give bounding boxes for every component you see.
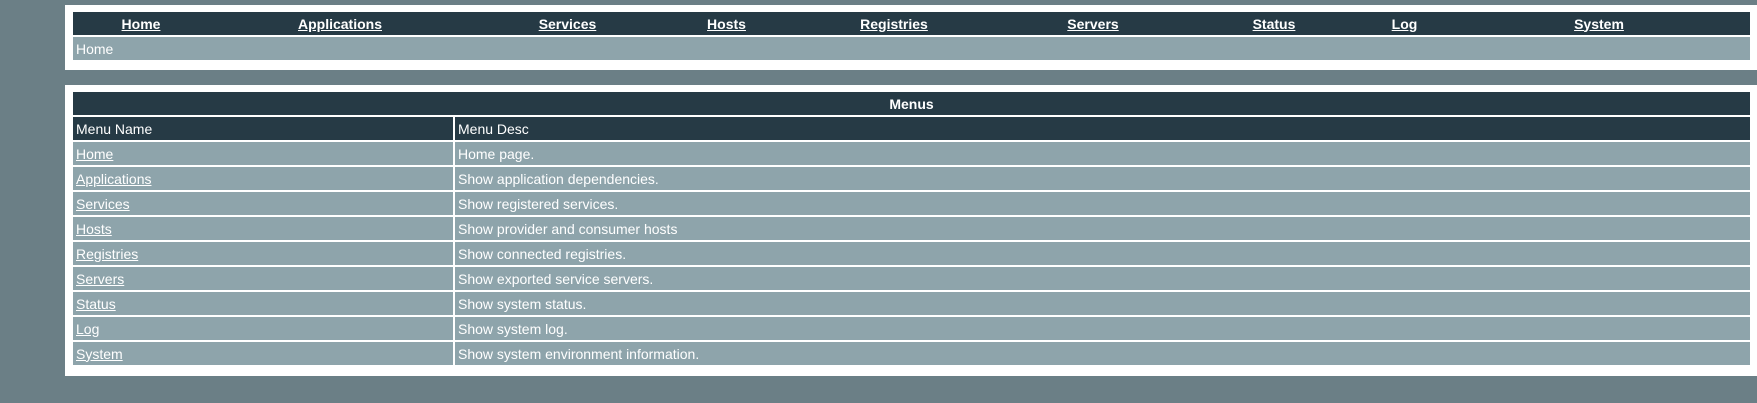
menu-link-servers[interactable]: Servers xyxy=(76,271,124,287)
top-navigation-panel: Home Applications Services Hosts Registr… xyxy=(65,5,1757,70)
column-header-menu-name: Menu Name xyxy=(73,117,455,140)
table-row: System Show system environment informati… xyxy=(73,342,1750,365)
menu-name-cell: Hosts xyxy=(73,217,455,240)
nav-item-hosts: Hosts xyxy=(664,12,789,35)
menu-link-services[interactable]: Services xyxy=(76,196,130,212)
nav-link-log[interactable]: Log xyxy=(1392,16,1418,32)
table-row: Status Show system status. xyxy=(73,292,1750,315)
menus-table: Menus Menu Name Menu Desc Home Home page… xyxy=(73,90,1750,367)
nav-item-log: Log xyxy=(1361,12,1448,35)
nav-item-services: Services xyxy=(471,12,664,35)
breadcrumb-row: Home xyxy=(73,37,1750,60)
menu-desc-cell: Home page. xyxy=(455,142,1750,165)
menu-desc-cell: Show system environment information. xyxy=(455,342,1750,365)
menu-name-cell: Services xyxy=(73,192,455,215)
menu-desc-cell: Show system status. xyxy=(455,292,1750,315)
nav-table: Home Applications Services Hosts Registr… xyxy=(73,10,1750,62)
menu-name-cell: Log xyxy=(73,317,455,340)
nav-link-hosts[interactable]: Hosts xyxy=(707,16,746,32)
menu-link-registries[interactable]: Registries xyxy=(76,246,138,262)
menu-desc-cell: Show application dependencies. xyxy=(455,167,1750,190)
menu-desc-cell: Show connected registries. xyxy=(455,242,1750,265)
nav-link-registries[interactable]: Registries xyxy=(860,16,928,32)
menu-name-cell: Servers xyxy=(73,267,455,290)
nav-item-servers: Servers xyxy=(999,12,1187,35)
nav-link-home[interactable]: Home xyxy=(122,16,161,32)
menu-link-system[interactable]: System xyxy=(76,346,123,362)
menu-desc-cell: Show exported service servers. xyxy=(455,267,1750,290)
menu-desc-cell: Show provider and consumer hosts xyxy=(455,217,1750,240)
menu-name-cell: Status xyxy=(73,292,455,315)
menus-title: Menus xyxy=(73,92,1750,115)
menu-name-cell: Home xyxy=(73,142,455,165)
menu-link-home[interactable]: Home xyxy=(76,146,113,162)
menu-name-cell: System xyxy=(73,342,455,365)
nav-item-registries: Registries xyxy=(789,12,999,35)
table-row: Services Show registered services. xyxy=(73,192,1750,215)
nav-bar: Home Applications Services Hosts Registr… xyxy=(73,12,1750,35)
column-header-menu-desc: Menu Desc xyxy=(455,117,1750,140)
nav-item-status: Status xyxy=(1187,12,1361,35)
menus-title-row: Menus xyxy=(73,92,1750,115)
table-row: Hosts Show provider and consumer hosts xyxy=(73,217,1750,240)
menu-name-cell: Registries xyxy=(73,242,455,265)
breadcrumb: Home xyxy=(73,37,1750,60)
menu-link-log[interactable]: Log xyxy=(76,321,99,337)
menu-link-hosts[interactable]: Hosts xyxy=(76,221,112,237)
nav-link-system[interactable]: System xyxy=(1574,16,1624,32)
menu-link-status[interactable]: Status xyxy=(76,296,116,312)
nav-item-home: Home xyxy=(73,12,209,35)
menu-link-applications[interactable]: Applications xyxy=(76,171,152,187)
nav-link-services[interactable]: Services xyxy=(539,16,597,32)
table-row: Servers Show exported service servers. xyxy=(73,267,1750,290)
nav-link-status[interactable]: Status xyxy=(1253,16,1296,32)
menu-name-cell: Applications xyxy=(73,167,455,190)
menus-panel: Menus Menu Name Menu Desc Home Home page… xyxy=(65,85,1757,376)
table-row: Log Show system log. xyxy=(73,317,1750,340)
nav-item-applications: Applications xyxy=(209,12,471,35)
table-row: Registries Show connected registries. xyxy=(73,242,1750,265)
menu-desc-cell: Show system log. xyxy=(455,317,1750,340)
nav-link-applications[interactable]: Applications xyxy=(298,16,382,32)
nav-link-servers[interactable]: Servers xyxy=(1067,16,1118,32)
table-row: Applications Show application dependenci… xyxy=(73,167,1750,190)
table-row: Home Home page. xyxy=(73,142,1750,165)
nav-item-system: System xyxy=(1448,12,1750,35)
menus-header-row: Menu Name Menu Desc xyxy=(73,117,1750,140)
menu-desc-cell: Show registered services. xyxy=(455,192,1750,215)
